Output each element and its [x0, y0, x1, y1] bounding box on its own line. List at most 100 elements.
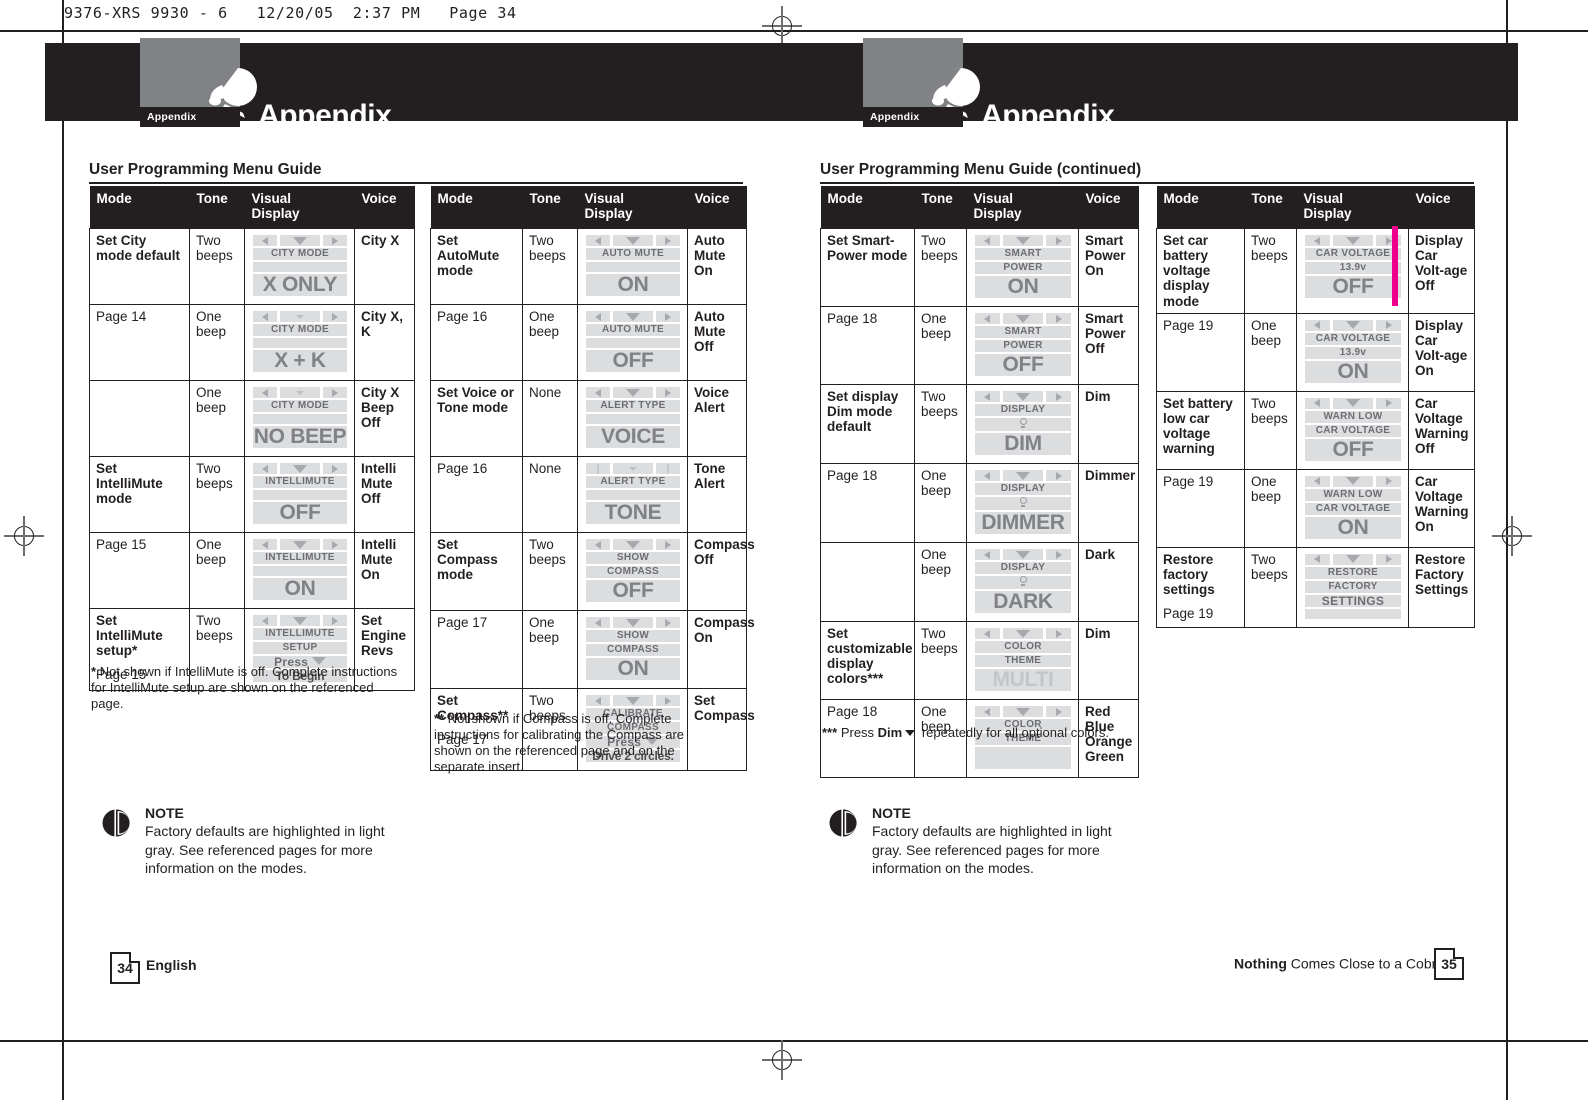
- table-row: Set display Dim mode default Two beeps DIS…: [820, 384, 1139, 465]
- lcd-value: ON: [1305, 516, 1401, 539]
- note-body-right: Factory defaults are highlighted in ligh…: [872, 823, 1112, 877]
- cell-mode: Set Smart-Power mode: [820, 228, 915, 308]
- left-arrow-icon: [1314, 555, 1321, 564]
- cell-mode: Set AutoMute mode: [430, 228, 523, 306]
- lcd-left-button: [253, 463, 278, 475]
- page-corner-fold-right: [1453, 948, 1464, 959]
- cell-voice: City X: [354, 228, 415, 306]
- table-row: Page 16 None ALERT TYPE TONE Tone Alert: [430, 456, 747, 534]
- page-number-right: 35: [1434, 948, 1464, 980]
- down-arrow-icon: [666, 463, 669, 474]
- lcd-down-button: [613, 695, 653, 707]
- down-arrow-icon: [293, 616, 307, 625]
- cell-tone: One beep: [914, 463, 967, 544]
- lcd-down-button: [1332, 319, 1374, 331]
- lcd-left-button: [586, 387, 611, 399]
- lcd-display: CITY MODE NO BEEP: [251, 385, 349, 453]
- down-arrow-icon: [626, 540, 640, 549]
- table-row: One beep CITY MODE NO BEEP City X Beep Off: [89, 380, 415, 458]
- table-header-row: Mode Tone Visual Display Voice: [820, 186, 1139, 229]
- left-arrow-icon: [984, 707, 991, 716]
- lcd-down-button: [1002, 313, 1044, 325]
- cell-visual-display: SHOW COMPASS OFF: [577, 532, 688, 612]
- cell-visual-display: INTELLIMUTE OFF: [244, 456, 355, 534]
- lcd-line-2: CAR VOLTAGE: [1305, 424, 1401, 437]
- cell-mode: Set IntelliMute mode: [89, 456, 190, 534]
- table-header-voice: Voice: [687, 186, 747, 229]
- lcd-line-2: SETUP: [253, 642, 347, 655]
- lcd-display: CITY MODE X ONLY: [251, 233, 349, 301]
- left-arrow-icon: [262, 540, 269, 549]
- table-header-visual: Visual Display: [966, 186, 1079, 229]
- lcd-left-button: [586, 617, 611, 629]
- lcd-display: CAR VOLTAGE 13.9v OFF: [1303, 233, 1403, 303]
- lcd-arrow-row: [1305, 235, 1401, 247]
- down-arrow-icon: [293, 464, 307, 473]
- right-arrow-icon: [664, 312, 671, 321]
- lcd-display: AUTO MUTE OFF: [584, 309, 682, 377]
- left-arrow-icon: [984, 629, 991, 638]
- lcd-display: AUTO MUTE ON: [584, 233, 682, 301]
- lcd-left-button: [586, 695, 611, 707]
- table-header-visual: Visual Display: [244, 186, 355, 229]
- print-slug-line: 9376-XRS 9930 - 6 12/20/05 2:37 PM Page …: [64, 4, 517, 22]
- right-section-title: User Programming Menu Guide (continued): [820, 161, 1142, 178]
- bulb-icon: [1019, 497, 1028, 508]
- table-header-row: Mode Tone Visual Display Voice: [89, 186, 415, 229]
- lcd-line-1: AUTO MUTE: [586, 324, 680, 337]
- lcd-arrow-row: [253, 463, 347, 475]
- lcd-right-button: [322, 615, 347, 627]
- cell-voice: Auto Mute Off: [687, 304, 747, 382]
- lcd-line-2: COMPASS: [586, 644, 680, 657]
- lcd-line-2: 13.9v: [1305, 262, 1401, 275]
- lcd-arrow-row: [975, 391, 1071, 403]
- lcd-line-1: DISPLAY: [975, 562, 1071, 575]
- table-header-visual-line2: Display: [584, 205, 633, 221]
- cell-tone: Two beeps: [189, 228, 245, 306]
- left-arrow-icon: [984, 314, 991, 323]
- lcd-line-1: AUTO MUTE: [586, 248, 680, 261]
- table-header-voice: Voice: [1408, 186, 1475, 229]
- lcd-value: OFF: [975, 354, 1071, 377]
- lcd-line-2: [586, 490, 680, 501]
- lcd-line-1: SHOW: [586, 552, 680, 565]
- right-arrow-icon: [1385, 399, 1392, 408]
- cell-visual-display: INTELLIMUTE ON: [244, 532, 355, 610]
- lcd-line-1: RESTORE: [1305, 566, 1401, 579]
- footnote-text-2: Not shown if Compass is off. Complete in…: [434, 711, 685, 774]
- down-arrow-icon: [296, 390, 304, 395]
- left-arrow-icon: [262, 236, 269, 245]
- lcd-down-button: [613, 235, 653, 247]
- lcd-down-button: [1002, 706, 1044, 718]
- cell-tone: Two beeps: [189, 456, 245, 534]
- lcd-line-2: POWER: [975, 340, 1071, 353]
- lcd-display: INTELLIMUTE ON: [251, 537, 349, 605]
- right-arrow-icon: [331, 236, 338, 245]
- registration-mark-top: [762, 6, 802, 46]
- cell-visual-display: DISPLAY DIM: [966, 384, 1079, 465]
- right-arrow-icon: [664, 236, 671, 245]
- lcd-line-2: [253, 262, 347, 273]
- down-arrow-icon: [626, 696, 640, 705]
- table-row: Page 16 One beep AUTO MUTE OFF Auto Mute Off: [430, 304, 747, 382]
- cell-tone: One beep: [189, 304, 245, 382]
- lcd-down-button: [1332, 475, 1374, 487]
- lcd-down-button: [280, 615, 320, 627]
- lcd-line-2: [253, 338, 347, 349]
- lcd-line-2: [975, 497, 1071, 511]
- cell-tone: Two beeps: [522, 532, 578, 612]
- programming-table-3: Mode Tone Visual Display Voice Set Smart-Powe…: [820, 186, 1139, 779]
- table-row: Set AutoMute mode Two beeps AUTO MUTE ON Aut…: [430, 228, 747, 306]
- cell-tone: One beep: [522, 304, 578, 382]
- table-header-visual-line1: Visual: [1303, 191, 1344, 206]
- table-header-tone: Tone: [1244, 186, 1297, 229]
- cell-page-ref: Page 19: [1156, 468, 1245, 548]
- cell-voice: Car Voltage Warning On: [1408, 468, 1475, 548]
- note-block-left: NOTE Factory defaults are highlighted in…: [101, 805, 401, 878]
- left-arrow-icon: [1314, 321, 1321, 330]
- appendix-banner: Appendix Appendix Appendix Appendix: [45, 38, 1518, 132]
- lcd-arrow-row: [586, 695, 680, 707]
- table-header-tone: Tone: [914, 186, 967, 229]
- left-arrow-icon: [984, 550, 991, 559]
- lcd-right-button: [322, 387, 347, 399]
